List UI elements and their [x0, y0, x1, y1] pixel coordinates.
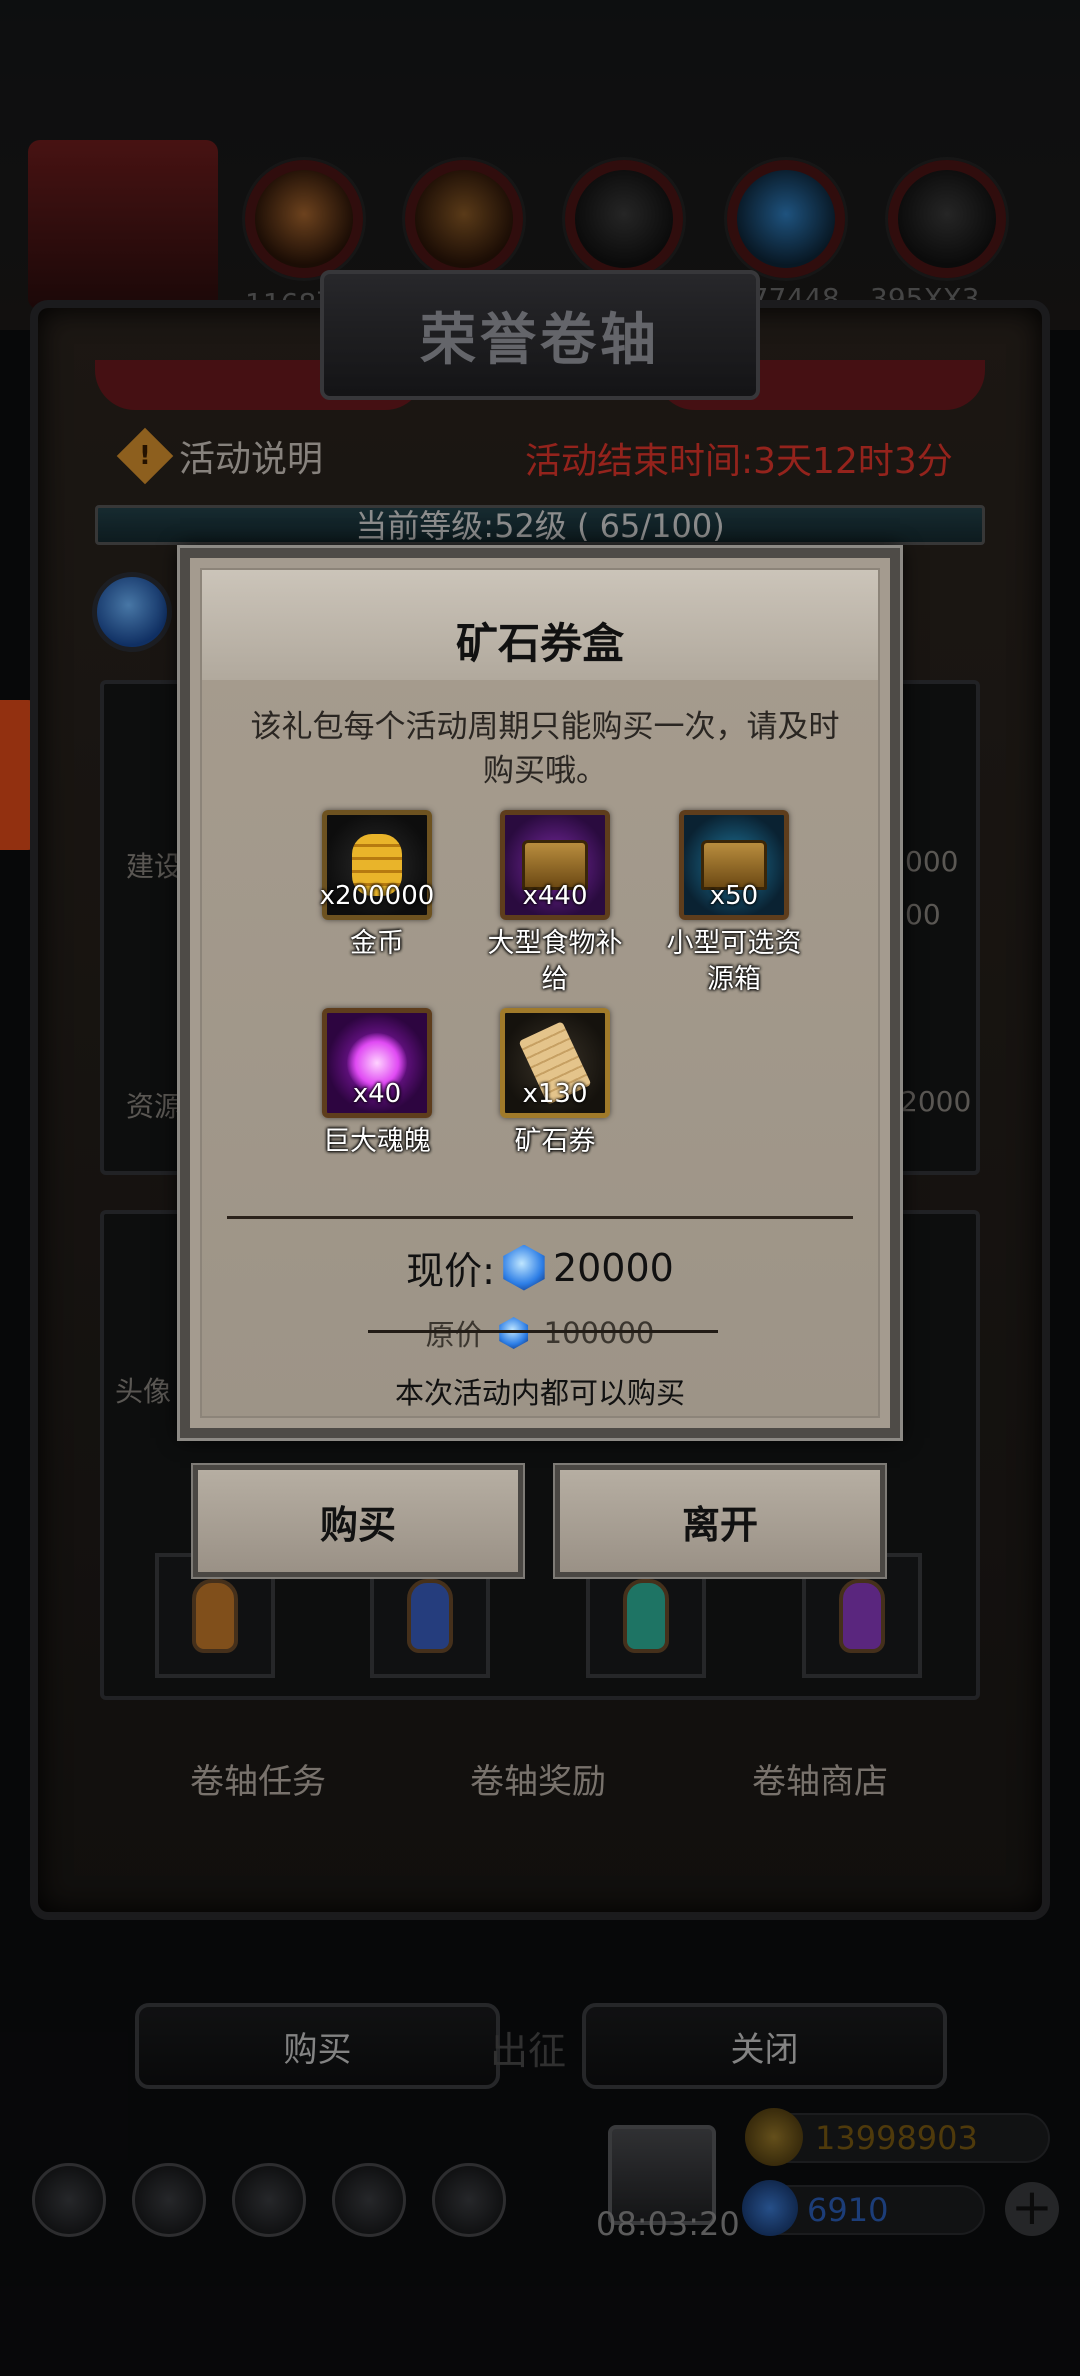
- item-icon-frame: x130: [500, 1008, 610, 1118]
- reward-item-food-supply[interactable]: x440 大型食物补给: [465, 810, 645, 998]
- popup-buy-label: 购买: [319, 1502, 396, 1547]
- purchase-note: 本次活动内都可以购买: [394, 1376, 685, 1410]
- current-price: 现价: 20000: [202, 1240, 878, 1295]
- current-price-label: 现价:: [406, 1249, 495, 1293]
- item-icon-frame: x40: [322, 1008, 432, 1118]
- item-quantity: x200000: [319, 881, 435, 911]
- item-quantity: x50: [709, 881, 759, 911]
- gem-small-icon: [499, 1317, 529, 1349]
- popup-title: 矿石券盒: [455, 619, 624, 668]
- item-name: 矿石券: [514, 1126, 596, 1157]
- current-price-value: 20000: [552, 1245, 674, 1290]
- reward-item-gold[interactable]: x200000 金币: [287, 810, 467, 962]
- item-quantity: x130: [522, 1079, 588, 1109]
- popup-leave-label: 离开: [681, 1502, 758, 1547]
- price-divider: [227, 1216, 853, 1219]
- item-icon-frame: x200000: [320, 810, 434, 920]
- original-price: 原价 100000: [202, 1312, 878, 1354]
- item-icon-frame: x440: [500, 810, 610, 920]
- popup-buy-button[interactable]: 购买: [191, 1463, 525, 1579]
- popup-description: 该礼包每个活动周期只能购买一次，请及时购买哦。: [250, 709, 840, 789]
- reward-item-giant-soul[interactable]: x40 巨大魂魄: [287, 1008, 467, 1160]
- reward-item-resource-box[interactable]: x50 小型可选资源箱: [644, 810, 824, 998]
- item-quantity: x440: [522, 881, 588, 911]
- popup-body: 矿石券盒 该礼包每个活动周期只能购买一次，请及时购买哦。 x200000 金币 …: [200, 568, 880, 1418]
- item-icon-frame: x50: [679, 810, 789, 920]
- item-name: 大型食物补给: [487, 928, 623, 995]
- original-price-label: 原价: [425, 1318, 484, 1352]
- original-price-value: 100000: [543, 1316, 655, 1350]
- item-name: 巨大魂魄: [323, 1126, 431, 1157]
- item-quantity: x40: [352, 1079, 402, 1109]
- gem-icon: [503, 1244, 545, 1291]
- reward-item-ore-coupon[interactable]: x130 矿石券: [465, 1008, 645, 1160]
- price-strikethrough: [368, 1330, 718, 1333]
- popup-leave-button[interactable]: 离开: [553, 1463, 887, 1579]
- item-name: 小型可选资源箱: [666, 928, 802, 995]
- item-name: 金币: [350, 928, 404, 959]
- ore-coupon-box-popup: 矿石券盒 该礼包每个活动周期只能购买一次，请及时购买哦。 x200000 金币 …: [177, 545, 903, 1441]
